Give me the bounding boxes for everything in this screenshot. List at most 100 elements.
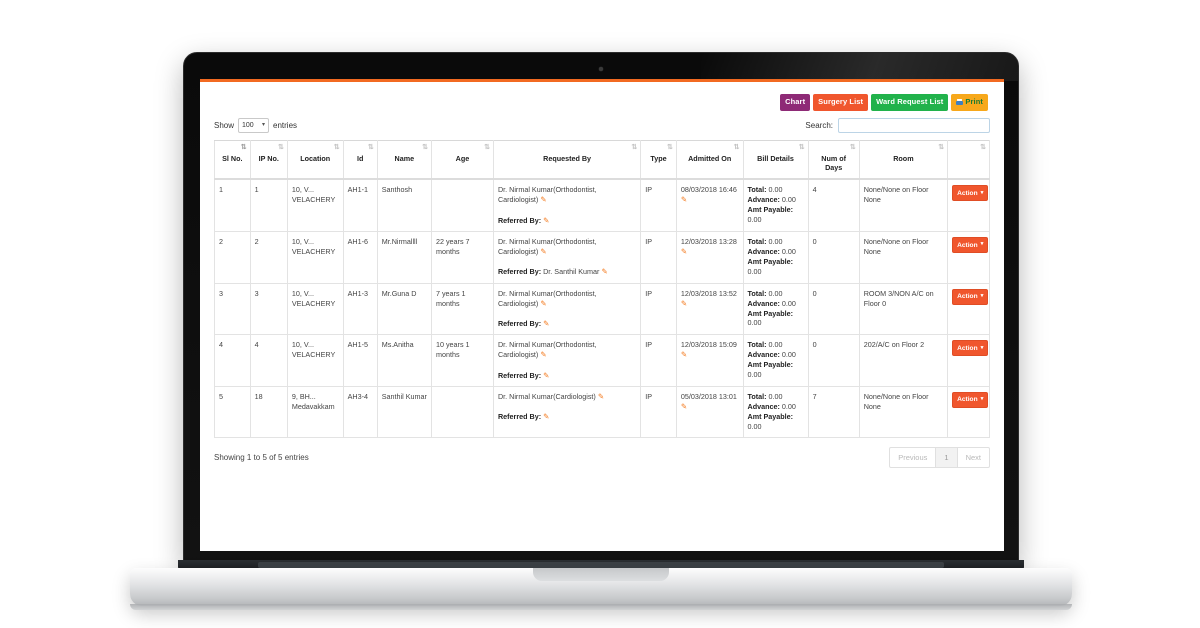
action-label: Action [957,189,978,197]
requested-by-value: Dr. Nirmal Kumar(Orthodontist, Cardiolog… [497,185,597,205]
bill-total-label: Total: [747,288,767,298]
edit-pencil-icon[interactable]: ✎ [681,402,687,412]
column-label: Room [893,153,914,163]
bill-payable-value: 0.00 [747,421,762,431]
action-dropdown-button[interactable]: Action ▾ [952,391,989,408]
pagination-next[interactable]: Next [956,446,990,468]
table-row: 1 1 10, V... VELACHERY AH1-1 Santhosh Dr. Nir… [214,178,990,233]
print-button[interactable]: Print [951,94,988,111]
sort-icon: ⇅ [277,143,284,151]
sort-icon: ⇅ [422,143,428,151]
table-header-row: ⇅ Sl No. ⇅ IP No. ⇅ Location ⇅ Id ⇅ Name ⇅ Age… [214,139,990,181]
action-label: Action [957,344,978,352]
cell-age: 22 years 7 months [430,231,494,284]
referred-by-label: Referred By: [497,370,542,380]
bill-payable-label: Amt Payable: [747,360,794,370]
name-value: Santhosh [381,185,413,195]
column-header-bill-details[interactable]: ⇅ Bill Details [742,139,809,181]
sort-icon: ⇅ [798,143,805,151]
edit-pencil-icon[interactable]: ✎ [598,392,604,402]
action-dropdown-button[interactable]: Action ▾ [952,237,989,254]
bill-total-value: 0.00 [768,185,783,195]
sl-no-value: 1 [219,185,223,195]
toolbar: Chart Surgery List Ward Request List Pri… [214,94,988,111]
action-label: Action [957,396,978,404]
name-value: Mr.Nirmallll [381,237,418,246]
sl-no-value: 5 [219,391,223,401]
sort-icon: ⇅ [666,143,673,151]
bill-total-label: Total: [747,237,767,246]
column-header-type[interactable]: ⇅ Type [640,139,677,181]
cell-action[interactable]: Action ▾ [947,231,990,284]
column-header-name[interactable]: ⇅ Name [376,139,432,181]
edit-pencil-icon[interactable]: ✎ [540,350,546,360]
page-length-select[interactable]: 100 ▾ [238,117,270,133]
cell-name: Ms.Anitha [376,334,432,387]
edit-pencil-icon[interactable]: ✎ [543,371,549,381]
webcam-icon [599,67,603,71]
edit-pencil-icon[interactable]: ✎ [543,216,549,226]
chart-button[interactable]: Chart [780,94,811,111]
column-header-admitted-on[interactable]: ⇅ Admitted On [675,139,744,181]
cell-bill-details: Total: 0.00 Advance: 0.00 Amt Payable: 0.0… [742,231,809,284]
edit-pencil-icon[interactable]: ✎ [681,299,687,309]
cell-sl-no: 1 [214,178,251,233]
column-label: Requested By [543,153,592,163]
column-header-age[interactable]: ⇅ Age [430,139,494,181]
action-dropdown-button[interactable]: Action ▾ [952,185,989,202]
pagination-page-1[interactable]: 1 [935,446,958,468]
edit-pencil-icon[interactable]: ✎ [540,299,546,309]
cell-requested-by: Dr. Nirmal Kumar(Orthodontist, Cardiolog… [492,282,642,336]
cell-action[interactable]: Action ▾ [947,178,990,233]
referred-by-value: Dr. Santhil Kumar [543,267,600,277]
name-value: Ms.Anitha [381,340,414,350]
referred-by-block: Referred By: ✎ [498,216,636,226]
id-value: AH1-3 [347,288,368,298]
column-header-room[interactable]: ⇅ Room [858,139,949,181]
edit-pencil-icon[interactable]: ✎ [681,247,687,257]
surgery-list-button[interactable]: Surgery List [813,94,869,111]
ward-request-list-button[interactable]: Ward Request List [871,94,949,111]
column-label: Age [455,153,470,163]
edit-pencil-icon[interactable]: ✎ [543,319,549,329]
bill-payable-label: Amt Payable: [747,411,794,421]
search-input[interactable] [838,117,990,133]
cell-admitted-on: 12/03/2018 13:28 ✎ [675,231,744,284]
cell-requested-by: Dr. Nirmal Kumar(Orthodontist, Cardiolog… [492,334,642,387]
sort-icon: ⇅ [333,143,340,151]
cell-num-of-days: 7 [807,385,860,438]
edit-pencil-icon[interactable]: ✎ [540,247,546,257]
id-value: AH3-4 [347,391,368,401]
cell-num-of-days: 0 [807,282,860,336]
referred-by-label: Referred By: [497,318,542,328]
column-header-location[interactable]: ⇅ Location [286,139,344,181]
chevron-down-icon: ▾ [980,189,984,196]
edit-pencil-icon[interactable]: ✎ [681,350,687,360]
cell-action[interactable]: Action ▾ [947,385,990,438]
edit-pencil-icon[interactable]: ✎ [543,412,549,422]
column-header-num-of-days[interactable]: ⇅ Num of Days [807,139,860,181]
id-value: AH1-6 [347,237,368,246]
cell-action[interactable]: Action ▾ [947,282,990,336]
sl-no-value: 2 [219,237,223,246]
action-dropdown-button[interactable]: Action ▾ [952,288,989,305]
cell-action[interactable]: Action ▾ [947,334,990,387]
datatable-controls: Show 100 ▾ entries Search: [214,117,990,133]
column-header-ip-no[interactable]: ⇅ IP No. [249,139,288,181]
bill-advance-value: 0.00 [781,350,796,360]
cell-sl-no: 4 [214,334,251,387]
edit-pencil-icon[interactable]: ✎ [540,195,546,205]
column-header-id[interactable]: ⇅ Id [342,139,378,181]
pagination-previous[interactable]: Previous [889,446,937,468]
cell-room: None/None on Floor None [858,385,949,438]
referred-by-label: Referred By: [497,412,542,422]
column-header-requested-by[interactable]: ⇅ Requested By [492,139,642,181]
action-dropdown-button[interactable]: Action ▾ [952,340,989,357]
cell-num-of-days: 0 [807,231,860,284]
edit-pencil-icon[interactable]: ✎ [681,195,687,205]
cell-type: IP [640,334,677,387]
column-header-sl-no[interactable]: ⇅ Sl No. [214,139,251,181]
edit-pencil-icon[interactable]: ✎ [601,267,607,277]
column-header-action[interactable]: ⇅ [947,139,990,181]
cell-requested-by: Dr. Nirmal Kumar(Orthodontist, Cardiolog… [492,231,642,284]
